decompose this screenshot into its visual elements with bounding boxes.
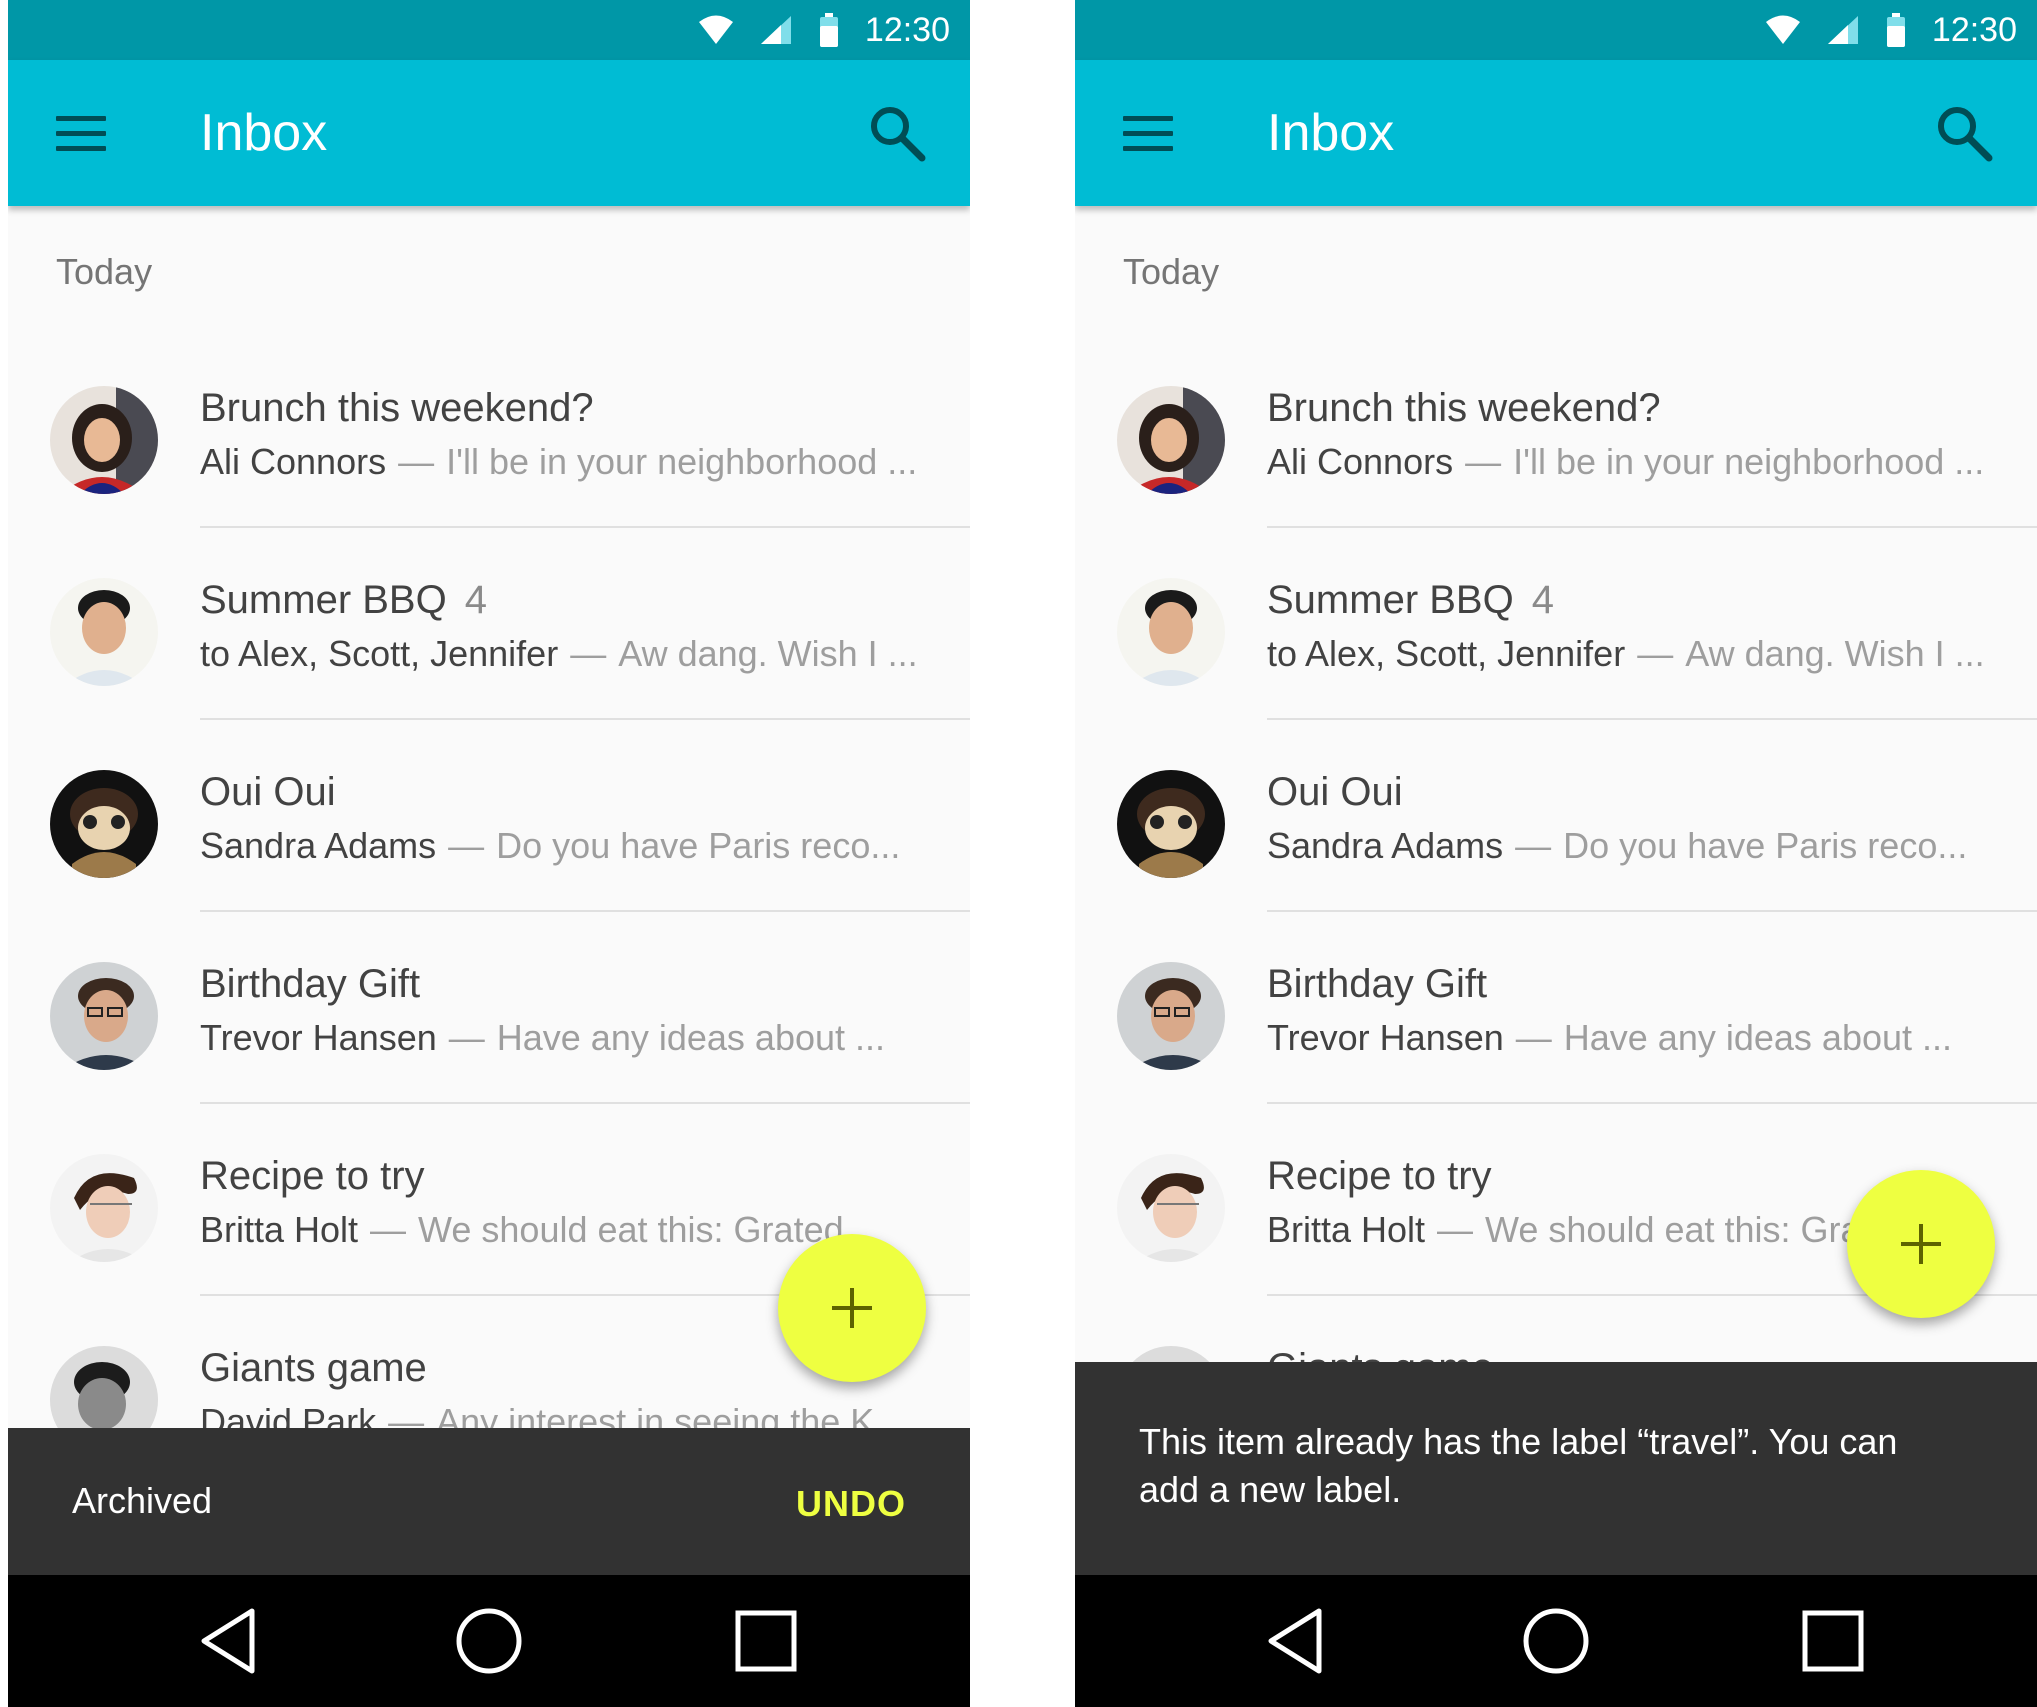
email-row[interactable]: Summer BBQ 4 to Alex, Scott, Jennifer — Aw … xyxy=(8,528,970,720)
compose-fab-button[interactable] xyxy=(778,1234,926,1382)
email-preview: Trevor Hansen — Have any ideas about ... xyxy=(200,1015,885,1061)
email-subject: Giants game xyxy=(200,1346,427,1390)
navigation-bar xyxy=(1075,1575,2037,1707)
email-subject: Oui Oui xyxy=(200,770,336,814)
email-sender: Sandra Adams xyxy=(1267,825,1504,866)
navigation-bar xyxy=(8,1575,970,1707)
email-preview: Sandra Adams — Do you have Paris reco... xyxy=(200,823,900,869)
email-snippet: I'll be in your neighborhood ... xyxy=(446,441,918,482)
plus-icon xyxy=(1901,1224,1941,1264)
email-sender: Trevor Hansen xyxy=(200,1017,437,1058)
avatar xyxy=(50,1154,158,1262)
thread-count: 4 xyxy=(1531,578,1554,622)
email-subject: Oui Oui xyxy=(1267,770,1403,814)
email-snippet: Do you have Paris reco... xyxy=(496,825,901,866)
back-icon[interactable] xyxy=(1257,1601,1337,1681)
separator-dash: — xyxy=(570,633,607,674)
email-sender: to Alex, Scott, Jennifer xyxy=(200,633,559,674)
email-preview: Britta Holt — We should eat this: Grated xyxy=(1267,1207,1911,1253)
email-subject: Recipe to try xyxy=(200,1154,425,1198)
avatar xyxy=(1117,578,1225,686)
separator-dash: — xyxy=(448,825,485,866)
email-row[interactable]: Birthday Gift Trevor Hansen — Have any ide… xyxy=(8,912,970,1104)
snackbar-message: This item already has the label “travel”… xyxy=(1139,1421,1898,1510)
avatar xyxy=(1117,1154,1225,1262)
email-snippet: Aw dang. Wish I ... xyxy=(618,633,918,674)
email-subject: Summer BBQ 4 xyxy=(1267,578,1554,622)
compose-fab-button[interactable] xyxy=(1847,1170,1995,1318)
email-preview: Sandra Adams — Do you have Paris reco... xyxy=(1267,823,1967,869)
email-preview: to Alex, Scott, Jennifer — Aw dang. Wish I… xyxy=(1267,631,1985,677)
email-snippet: Do you have Paris reco... xyxy=(1563,825,1968,866)
email-sender: Ali Connors xyxy=(200,441,387,482)
snackbar: Archived UNDO xyxy=(8,1428,970,1575)
recents-icon[interactable] xyxy=(1793,1601,1873,1681)
avatar xyxy=(50,770,158,878)
email-snippet: I'll be in your neighborhood ... xyxy=(1513,441,1985,482)
plus-icon xyxy=(832,1288,872,1328)
thread-count: 4 xyxy=(464,578,487,622)
email-sender: to Alex, Scott, Jennifer xyxy=(1267,633,1626,674)
email-subject: Summer BBQ 4 xyxy=(200,578,487,622)
separator-dash: — xyxy=(1515,825,1552,866)
separator-dash: — xyxy=(1515,1017,1552,1058)
email-snippet: Have any ideas about ... xyxy=(496,1017,886,1058)
email-row[interactable]: Brunch this weekend? Ali Connors — I'll be… xyxy=(8,336,970,528)
avatar xyxy=(1117,962,1225,1070)
email-sender: Britta Holt xyxy=(1267,1209,1426,1250)
separator-dash: — xyxy=(1637,633,1674,674)
email-subject: Brunch this weekend? xyxy=(200,386,594,430)
email-row[interactable]: Oui Oui Sandra Adams — Do you have Paris r… xyxy=(8,720,970,912)
separator-dash: — xyxy=(398,441,435,482)
email-row[interactable]: Oui Oui Sandra Adams — Do you have Paris r… xyxy=(1075,720,2037,912)
email-snippet: Aw dang. Wish I ... xyxy=(1685,633,1985,674)
avatar xyxy=(50,386,158,494)
email-snippet: Have any ideas about ... xyxy=(1563,1017,1953,1058)
back-icon[interactable] xyxy=(190,1601,270,1681)
email-sender: Britta Holt xyxy=(200,1209,359,1250)
avatar xyxy=(1117,770,1225,878)
phone-screen-label-message: 12:30 Inbox Today Brunch this weekend? A… xyxy=(1075,0,2037,1707)
email-sender: Sandra Adams xyxy=(200,825,437,866)
email-subject: Recipe to try xyxy=(1267,1154,1492,1198)
home-icon[interactable] xyxy=(1516,1601,1596,1681)
email-sender: Trevor Hansen xyxy=(1267,1017,1504,1058)
separator-dash: — xyxy=(370,1209,407,1250)
separator-dash: — xyxy=(448,1017,485,1058)
avatar xyxy=(50,962,158,1070)
email-subject: Birthday Gift xyxy=(1267,962,1488,1006)
email-preview: Ali Connors — I'll be in your neighborhood… xyxy=(200,439,917,485)
email-sender: Ali Connors xyxy=(1267,441,1454,482)
avatar xyxy=(50,578,158,686)
email-snippet: We should eat this: Grated xyxy=(418,1209,844,1250)
email-row[interactable]: Summer BBQ 4 to Alex, Scott, Jennifer — Aw … xyxy=(1075,528,2037,720)
undo-button[interactable]: UNDO xyxy=(796,1483,906,1525)
snackbar-message: Archived xyxy=(72,1480,213,1521)
avatar xyxy=(1117,386,1225,494)
email-preview: Ali Connors — I'll be in your neighborhood… xyxy=(1267,439,1984,485)
separator-dash: — xyxy=(1465,441,1502,482)
email-preview: to Alex, Scott, Jennifer — Aw dang. Wish I… xyxy=(200,631,918,677)
snackbar: This item already has the label “travel”… xyxy=(1075,1362,2037,1575)
email-subject: Brunch this weekend? xyxy=(1267,386,1661,430)
email-preview: Trevor Hansen — Have any ideas about ... xyxy=(1267,1015,1952,1061)
home-icon[interactable] xyxy=(449,1601,529,1681)
phone-screen-archived: 12:30 Inbox Today Brunch this weekend? A… xyxy=(8,0,970,1707)
separator-dash: — xyxy=(1437,1209,1474,1250)
email-preview: Britta Holt — We should eat this: Grated xyxy=(200,1207,844,1253)
email-row[interactable]: Birthday Gift Trevor Hansen — Have any ide… xyxy=(1075,912,2037,1104)
email-row[interactable]: Brunch this weekend? Ali Connors — I'll be… xyxy=(1075,336,2037,528)
recents-icon[interactable] xyxy=(726,1601,806,1681)
email-subject: Birthday Gift xyxy=(200,962,421,1006)
